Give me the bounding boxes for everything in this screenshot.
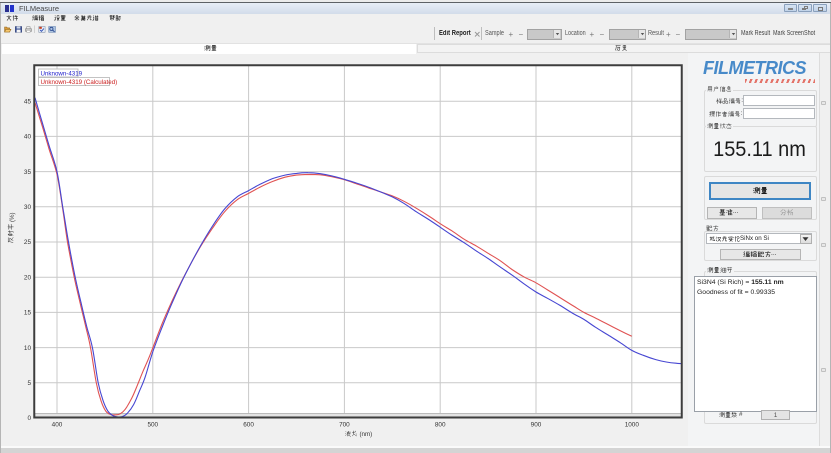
svg-text:800: 800 <box>435 422 446 429</box>
svg-text:900: 900 <box>531 422 542 429</box>
svg-text:5: 5 <box>27 380 31 387</box>
svg-text:400: 400 <box>52 422 63 429</box>
svg-text:Unknown-4319 (Calculated): Unknown-4319 (Calculated) <box>41 79 118 86</box>
svg-text:40: 40 <box>24 134 32 141</box>
svg-text:10: 10 <box>24 345 32 352</box>
svg-text:20: 20 <box>24 274 32 281</box>
svg-text:30: 30 <box>24 204 32 211</box>
svg-text:0: 0 <box>27 415 31 422</box>
svg-text:45: 45 <box>24 98 32 105</box>
svg-text:(%): (%) <box>9 212 16 222</box>
svg-text:15: 15 <box>24 310 32 317</box>
svg-text:(nm): (nm) <box>360 431 373 438</box>
svg-text:Unknown-4319: Unknown-4319 <box>41 70 83 77</box>
svg-text:35: 35 <box>24 169 32 176</box>
svg-text:1000: 1000 <box>625 422 640 429</box>
svg-text:500: 500 <box>147 422 158 429</box>
svg-text:600: 600 <box>243 422 254 429</box>
svg-text:700: 700 <box>339 422 350 429</box>
svg-text:25: 25 <box>24 239 32 246</box>
